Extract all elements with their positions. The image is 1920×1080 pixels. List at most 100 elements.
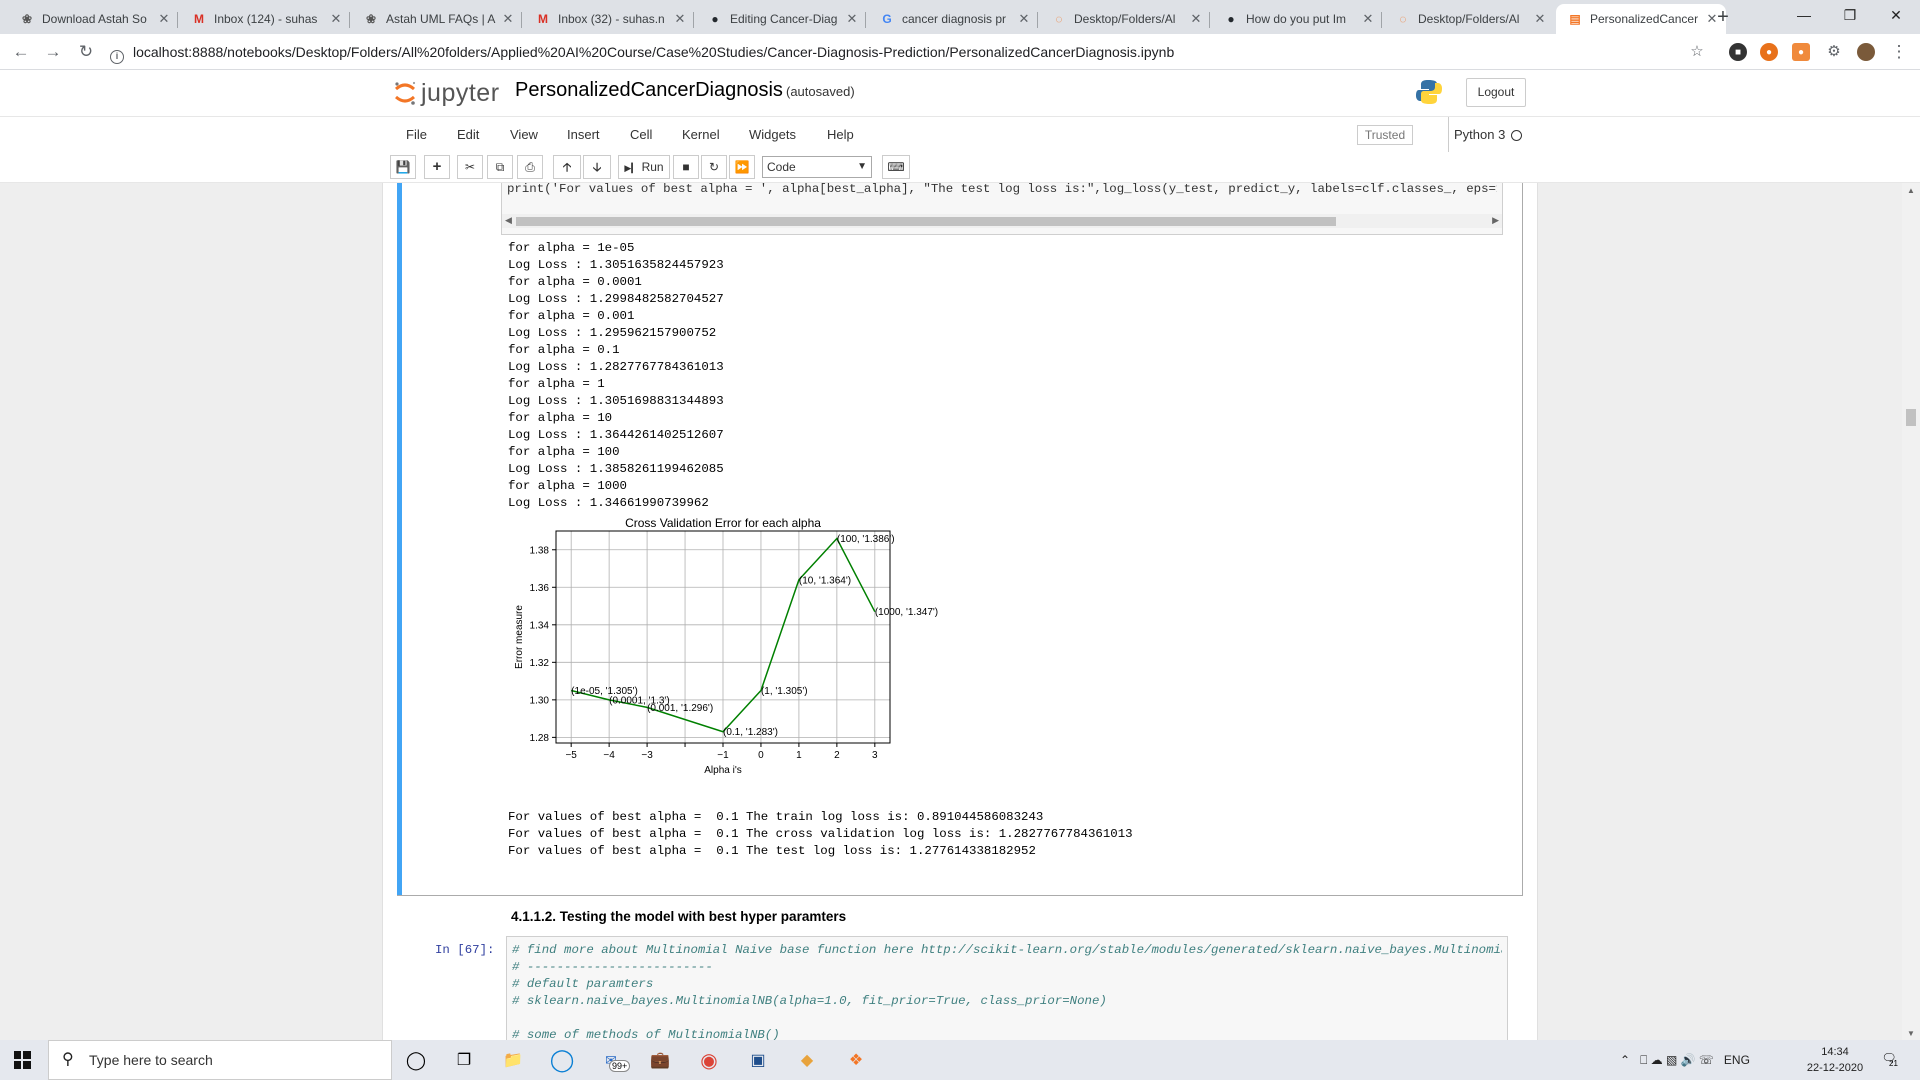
file-explorer-icon[interactable]: 📁 xyxy=(499,1046,527,1074)
run-button[interactable]: ▶▎ Run xyxy=(618,155,670,179)
scroll-right-icon[interactable]: ▶ xyxy=(1492,215,1499,226)
python-logo-icon xyxy=(1416,80,1442,104)
edge-icon[interactable]: ◯ xyxy=(548,1046,576,1074)
taskbar-search-box[interactable]: ⚲ Type here to search xyxy=(48,1040,392,1080)
restore-button[interactable]: ❐ xyxy=(1827,0,1873,30)
site-info-icon[interactable]: i xyxy=(110,50,124,64)
extension-icon[interactable]: ● xyxy=(1792,43,1810,61)
scroll-left-icon[interactable]: ◀ xyxy=(505,215,512,226)
point-label: (100, '1.386') xyxy=(837,534,895,545)
menu-edit[interactable]: Edit xyxy=(457,117,479,153)
back-button[interactable]: ← xyxy=(10,42,32,62)
tab-separator xyxy=(177,12,178,28)
menu-file[interactable]: File xyxy=(406,117,427,153)
profile-avatar[interactable] xyxy=(1857,43,1875,61)
fast-forward-icon[interactable]: ⏩ xyxy=(729,155,755,179)
browser-tab[interactable]: ● How do you put Im ✕ xyxy=(1212,4,1382,34)
tab-close-icon[interactable]: ✕ xyxy=(844,11,860,27)
tab-close-icon[interactable]: ✕ xyxy=(672,11,688,27)
jupyter-icon: ◌ xyxy=(1399,12,1407,26)
cortana-icon[interactable]: ◯ xyxy=(402,1046,430,1074)
menu-widgets[interactable]: Widgets xyxy=(749,117,796,153)
address-bar[interactable]: i localhost:8888/notebooks/Desktop/Folder… xyxy=(110,39,1690,66)
cell-type-select[interactable]: Code ▼ xyxy=(762,156,872,178)
browser-tab[interactable]: ◌ Desktop/Folders/Al ✕ xyxy=(1040,4,1210,34)
kernel-status-icon xyxy=(1511,130,1522,141)
menu-cell[interactable]: Cell xyxy=(630,117,652,153)
notebook-title[interactable]: PersonalizedCancerDiagnosis xyxy=(515,79,783,102)
bookmark-star-icon[interactable]: ☆ xyxy=(1686,42,1708,62)
notification-center-icon[interactable]: 🗨 21 xyxy=(1880,1051,1898,1069)
move-down-icon[interactable]: 🡣 xyxy=(583,155,611,179)
cell-type-value: Code xyxy=(767,160,796,174)
browser-tab[interactable]: M Inbox (32) - suhas.n ✕ xyxy=(524,4,694,34)
windows-taskbar: ⚲ Type here to search ◯ ❐ 📁 ◯ ✉ 99+ 💼 ◉ ▣ … xyxy=(0,1040,1920,1080)
tab-close-icon[interactable]: ✕ xyxy=(328,11,344,27)
restart-icon[interactable]: ↻ xyxy=(701,155,727,179)
tray-icons[interactable]: ⎕ ☁ ▧ 🔊 ☏ xyxy=(1640,1053,1714,1067)
new-tab-button[interactable]: + xyxy=(1711,6,1735,30)
kernel-name[interactable]: Python 3 xyxy=(1448,117,1505,153)
y-tick-label: 1.28 xyxy=(530,733,550,744)
chrome-icon[interactable]: ◉ xyxy=(695,1046,723,1074)
scroll-thumb[interactable] xyxy=(516,217,1336,226)
minimize-button[interactable]: — xyxy=(1781,0,1827,30)
tab-separator xyxy=(521,12,522,28)
extensions-puzzle-icon[interactable]: ⚙ xyxy=(1823,42,1845,62)
browser-tab[interactable]: ● Editing Cancer-Diag ✕ xyxy=(696,4,866,34)
code-cell-input[interactable]: # find more about Multinomial Naive base… xyxy=(506,936,1508,1040)
menu-view[interactable]: View xyxy=(510,117,538,153)
move-up-icon[interactable]: 🡡 xyxy=(553,155,581,179)
keyboard-icon[interactable]: ⌨ xyxy=(882,155,910,179)
browser-tab[interactable]: ❀ Astah UML FAQs | A ✕ xyxy=(352,4,522,34)
tab-close-icon[interactable]: ✕ xyxy=(500,11,516,27)
extension-icon[interactable]: ● xyxy=(1760,43,1778,61)
browser-tab[interactable]: ▤ PersonalizedCancer ✕ xyxy=(1556,4,1726,34)
cell-input[interactable]: print('For values of best alpha = ', alp… xyxy=(501,183,1503,235)
tab-close-icon[interactable]: ✕ xyxy=(156,11,172,27)
taskbar-clock[interactable]: 14:34 22-12-2020 xyxy=(1800,1044,1870,1076)
logout-button[interactable]: Logout xyxy=(1466,78,1526,107)
page-vertical-scrollbar[interactable]: ▲ ▼ xyxy=(1902,183,1920,1040)
page-scroll-thumb[interactable] xyxy=(1906,409,1916,426)
cut-icon[interactable]: ✂ xyxy=(457,155,483,179)
copy-icon[interactable]: ⧉ xyxy=(487,155,513,179)
menu-help[interactable]: Help xyxy=(827,117,854,153)
extension-icon[interactable]: ■ xyxy=(1729,43,1747,61)
jupyter-taskbar-icon[interactable]: ❖ xyxy=(842,1046,870,1074)
jupyter-header: jupyter PersonalizedCancerDiagnosis (aut… xyxy=(0,70,1920,116)
horizontal-scrollbar[interactable]: ◀ ▶ xyxy=(502,214,1502,228)
tab-close-icon[interactable]: ✕ xyxy=(1188,11,1204,27)
mail-icon[interactable]: ✉ 99+ xyxy=(597,1046,631,1074)
language-indicator[interactable]: ENG xyxy=(1724,1053,1750,1067)
browser-tab[interactable]: Gcancer diagnosis pr ✕ xyxy=(868,4,1038,34)
store-icon[interactable]: 💼 xyxy=(646,1046,674,1074)
browser-menu-icon[interactable]: ⋮ xyxy=(1888,42,1910,62)
app-icon[interactable]: ◆ xyxy=(793,1046,821,1074)
tab-close-icon[interactable]: ✕ xyxy=(1532,11,1548,27)
stop-icon[interactable]: ■ xyxy=(673,155,699,179)
tab-close-icon[interactable]: ✕ xyxy=(1360,11,1376,27)
tab-close-icon[interactable]: ✕ xyxy=(1016,11,1032,27)
task-view-icon[interactable]: ❐ xyxy=(450,1046,478,1074)
photos-icon[interactable]: ▣ xyxy=(744,1046,772,1074)
save-icon[interactable]: 💾 xyxy=(390,155,416,179)
reload-button[interactable]: ↻ xyxy=(75,42,97,62)
scroll-down-icon[interactable]: ▼ xyxy=(1907,1029,1915,1038)
menu-kernel[interactable]: Kernel xyxy=(682,117,720,153)
browser-tab[interactable]: M Inbox (124) - suhas ✕ xyxy=(180,4,350,34)
windows-start-icon[interactable] xyxy=(8,1049,36,1071)
paste-icon[interactable]: ⎙ xyxy=(517,155,543,179)
insert-cell-button[interactable]: + xyxy=(424,155,450,179)
tray-chevron-icon[interactable]: ⌃ xyxy=(1620,1053,1630,1067)
browser-tab[interactable]: ❀ Download Astah So ✕ xyxy=(8,4,178,34)
trusted-indicator[interactable]: Trusted xyxy=(1357,125,1413,145)
autosave-status: (autosaved) xyxy=(786,84,855,99)
selected-code-cell[interactable]: print('For values of best alpha = ', alp… xyxy=(397,183,1523,896)
jupyter-logo[interactable]: jupyter xyxy=(393,78,500,108)
browser-tab[interactable]: ◌ Desktop/Folders/Al ✕ xyxy=(1384,4,1554,34)
close-window-button[interactable]: ✕ xyxy=(1873,0,1919,30)
forward-button[interactable]: → xyxy=(42,42,64,62)
menu-insert[interactable]: Insert xyxy=(567,117,600,153)
scroll-up-icon[interactable]: ▲ xyxy=(1907,186,1915,195)
